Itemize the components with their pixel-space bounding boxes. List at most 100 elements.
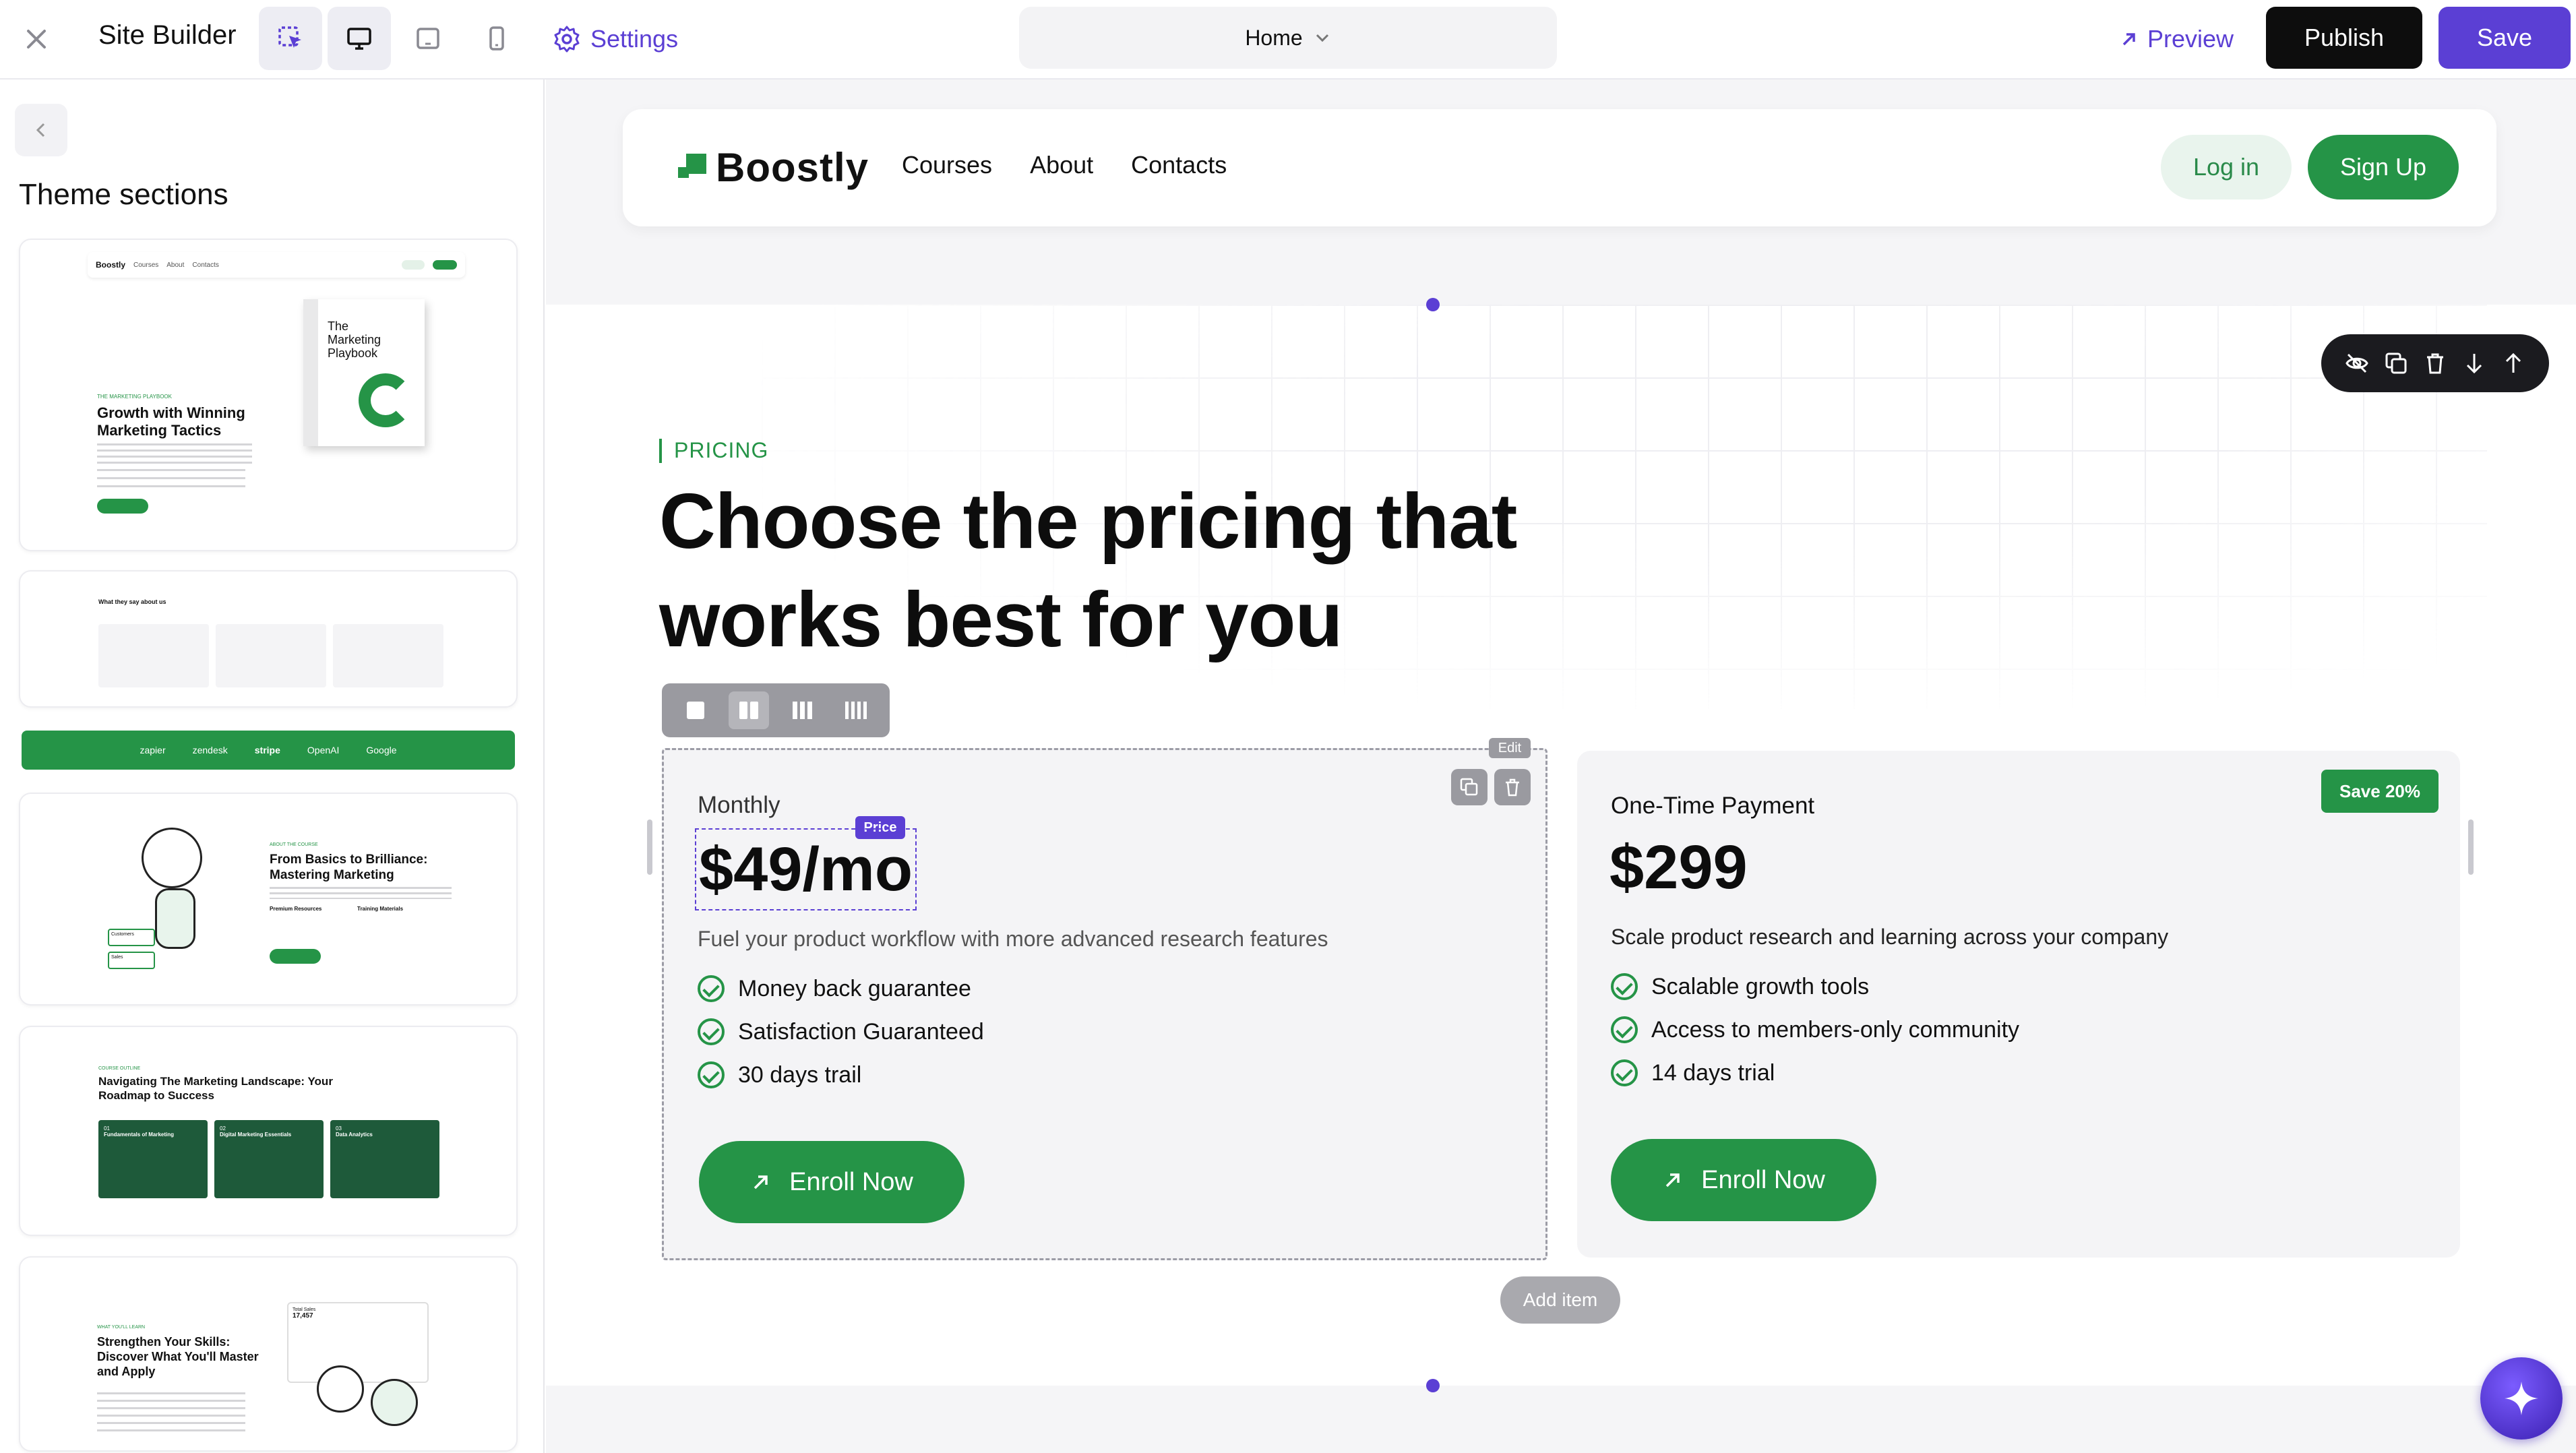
gear-icon — [554, 26, 580, 53]
card-delete-button[interactable] — [1494, 769, 1531, 805]
arrow-down-icon[interactable] — [2462, 351, 2486, 375]
signup-button[interactable]: Sign Up — [2308, 135, 2459, 199]
save-button[interactable]: Save — [2439, 7, 2571, 69]
thumb-landscape-card-label: Digital Marketing Essentials — [220, 1132, 292, 1138]
thumb-testimonial-card — [333, 624, 443, 687]
card-duplicate-button[interactable] — [1451, 769, 1488, 805]
duplicate-icon — [1460, 778, 1478, 796]
feature-text: Satisfaction Guaranteed — [738, 1018, 984, 1045]
sidebar: Theme sections Boostly Courses About Con… — [0, 80, 545, 1453]
plan-description[interactable]: Scale product research and learning acro… — [1611, 925, 2168, 950]
thumb-hero-book-art — [359, 373, 412, 427]
hide-icon[interactable] — [2345, 351, 2369, 375]
thumb-logo-item: stripe — [254, 745, 280, 755]
ai-assistant-button[interactable] — [2480, 1357, 2563, 1440]
duplicate-icon[interactable] — [2384, 351, 2408, 375]
thumb-hero-logo: Boostly — [96, 260, 126, 270]
thumb-skills-kicker: WHAT YOU'LL LEARN — [97, 1325, 146, 1330]
thumb-hero-nav-item: Contacts — [192, 261, 219, 269]
feature-list: Money back guarantee Satisfaction Guaran… — [698, 967, 984, 1096]
price-value[interactable]: $299 — [1609, 828, 1748, 907]
section-bottom-handle[interactable] — [1426, 1379, 1440, 1392]
feature-text: Scalable growth tools — [1651, 973, 1870, 999]
section-thumb-testimonials[interactable]: What they say about us — [19, 570, 518, 708]
login-button[interactable]: Log in — [2161, 135, 2292, 199]
thumb-landscape-card-num: 03 — [336, 1125, 342, 1132]
enroll-button[interactable]: Enroll Now — [1611, 1139, 1876, 1221]
section-thumb-hero[interactable]: Boostly Courses About Contacts THE MARKE… — [19, 239, 518, 551]
feature-text: Access to members-only community — [1651, 1016, 2020, 1043]
page-selector-value: Home — [1245, 25, 1303, 50]
section-top-handle[interactable] — [1426, 298, 1440, 311]
thumb-landscape-card-label: Fundamentals of Marketing — [104, 1132, 175, 1138]
thumb-about-stat: Customers — [108, 929, 155, 946]
arrow-up-right-icon — [754, 1175, 768, 1189]
sidebar-back-button[interactable] — [15, 104, 67, 156]
thumb-landscape-card-num: 01 — [104, 1125, 110, 1132]
feature-list: Scalable growth tools Access to members-… — [1611, 965, 2019, 1094]
layout-2-col-button[interactable] — [729, 691, 770, 729]
thumb-landscape-card: 01 Fundamentals of Marketing — [98, 1120, 208, 1198]
pricing-card-one-time[interactable]: One-Time Payment Save 20% $299 Scale pro… — [1577, 751, 2460, 1258]
section-thumb-about[interactable]: Customers Sales ABOUT THE COURSE From Ba… — [19, 793, 518, 1006]
desktop-view-button[interactable] — [328, 7, 391, 70]
trash-icon[interactable] — [2423, 351, 2447, 375]
select-icon — [278, 26, 301, 48]
thumb-about-illustration: Customers Sales — [108, 821, 243, 976]
feature-text: Money back guarantee — [738, 975, 971, 1001]
pricing-card-monthly[interactable]: Edit Monthly Price $49/mo Fuel your prod… — [662, 738, 1547, 1260]
trash-icon — [1506, 778, 1519, 797]
edit-tag[interactable]: Edit — [1489, 738, 1531, 758]
site-nav: Courses About Contacts — [902, 151, 1227, 179]
tablet-view-button[interactable] — [396, 7, 460, 70]
section-thumb-skills[interactable]: WHAT YOU'LL LEARN Strengthen Your Skills… — [19, 1256, 518, 1452]
nav-link-about[interactable]: About — [1030, 151, 1093, 179]
site-header[interactable]: Boostly Courses About Contacts Log in Si… — [623, 109, 2496, 226]
feature-item: Money back guarantee — [698, 967, 984, 1010]
feature-item: 14 days trial — [1611, 1051, 2019, 1094]
close-button[interactable] — [15, 18, 58, 61]
site-logo-text: Boostly — [716, 144, 869, 190]
chevron-left-icon — [36, 123, 45, 137]
thumb-about-cta — [270, 949, 321, 964]
thumb-hero-title: Growth with Winning Marketing Tactics — [97, 404, 245, 439]
select-mode-button[interactable] — [259, 7, 322, 70]
pricing-heading[interactable]: Choose the pricing that works best for y… — [659, 472, 1517, 669]
preview-button[interactable]: Preview — [2119, 18, 2234, 61]
resize-handle-left[interactable] — [647, 820, 652, 875]
editor-canvas: Boostly Courses About Contacts Log in Si… — [546, 80, 2576, 1453]
page-selector[interactable]: Home — [1019, 7, 1557, 69]
settings-button[interactable]: Settings — [553, 18, 678, 61]
layout-4-col-button[interactable] — [836, 691, 876, 729]
thumb-about-text — [270, 887, 452, 899]
layout-1-col-button[interactable] — [675, 691, 716, 729]
add-item-button[interactable]: Add item — [1500, 1276, 1620, 1324]
preview-label: Preview — [2147, 25, 2234, 53]
enroll-button[interactable]: Enroll Now — [699, 1141, 964, 1223]
thumb-hero-text — [97, 443, 252, 465]
feature-item: Access to members-only community — [1611, 1008, 2019, 1051]
pricing-heading-line: Choose the pricing that — [659, 477, 1517, 565]
check-circle-icon — [1611, 973, 1638, 1000]
arrow-up-icon[interactable] — [2501, 351, 2525, 375]
resize-handle-right[interactable] — [2468, 820, 2474, 875]
plan-name[interactable]: Monthly — [698, 792, 780, 819]
nav-link-contacts[interactable]: Contacts — [1131, 151, 1227, 179]
top-bar: Site Builder Settings Home Preview Publi… — [0, 0, 2576, 80]
tablet-icon — [417, 28, 439, 49]
layout-3-col-button[interactable] — [783, 691, 823, 729]
section-thumb-landscape[interactable]: COURSE OUTLINE Navigating The Marketing … — [19, 1026, 518, 1236]
thumb-logo-item: zapier — [140, 745, 166, 755]
sidebar-heading: Theme sections — [19, 178, 228, 211]
section-thumb-logos[interactable]: zapier zendesk stripe OpenAI Google — [22, 731, 515, 770]
publish-button[interactable]: Publish — [2266, 7, 2422, 69]
plan-name[interactable]: One-Time Payment — [1611, 793, 1814, 820]
thumb-landscape-kicker: COURSE OUTLINE — [98, 1066, 141, 1071]
mobile-view-button[interactable] — [465, 7, 528, 70]
nav-link-courses[interactable]: Courses — [902, 151, 992, 179]
plan-description[interactable]: Fuel your product workflow with more adv… — [698, 927, 1328, 952]
thumb-landscape-card: 03 Data Analytics — [330, 1120, 439, 1198]
site-logo[interactable]: Boostly — [677, 140, 869, 194]
close-icon — [27, 30, 46, 49]
price-value[interactable]: $49/mo — [695, 828, 917, 910]
